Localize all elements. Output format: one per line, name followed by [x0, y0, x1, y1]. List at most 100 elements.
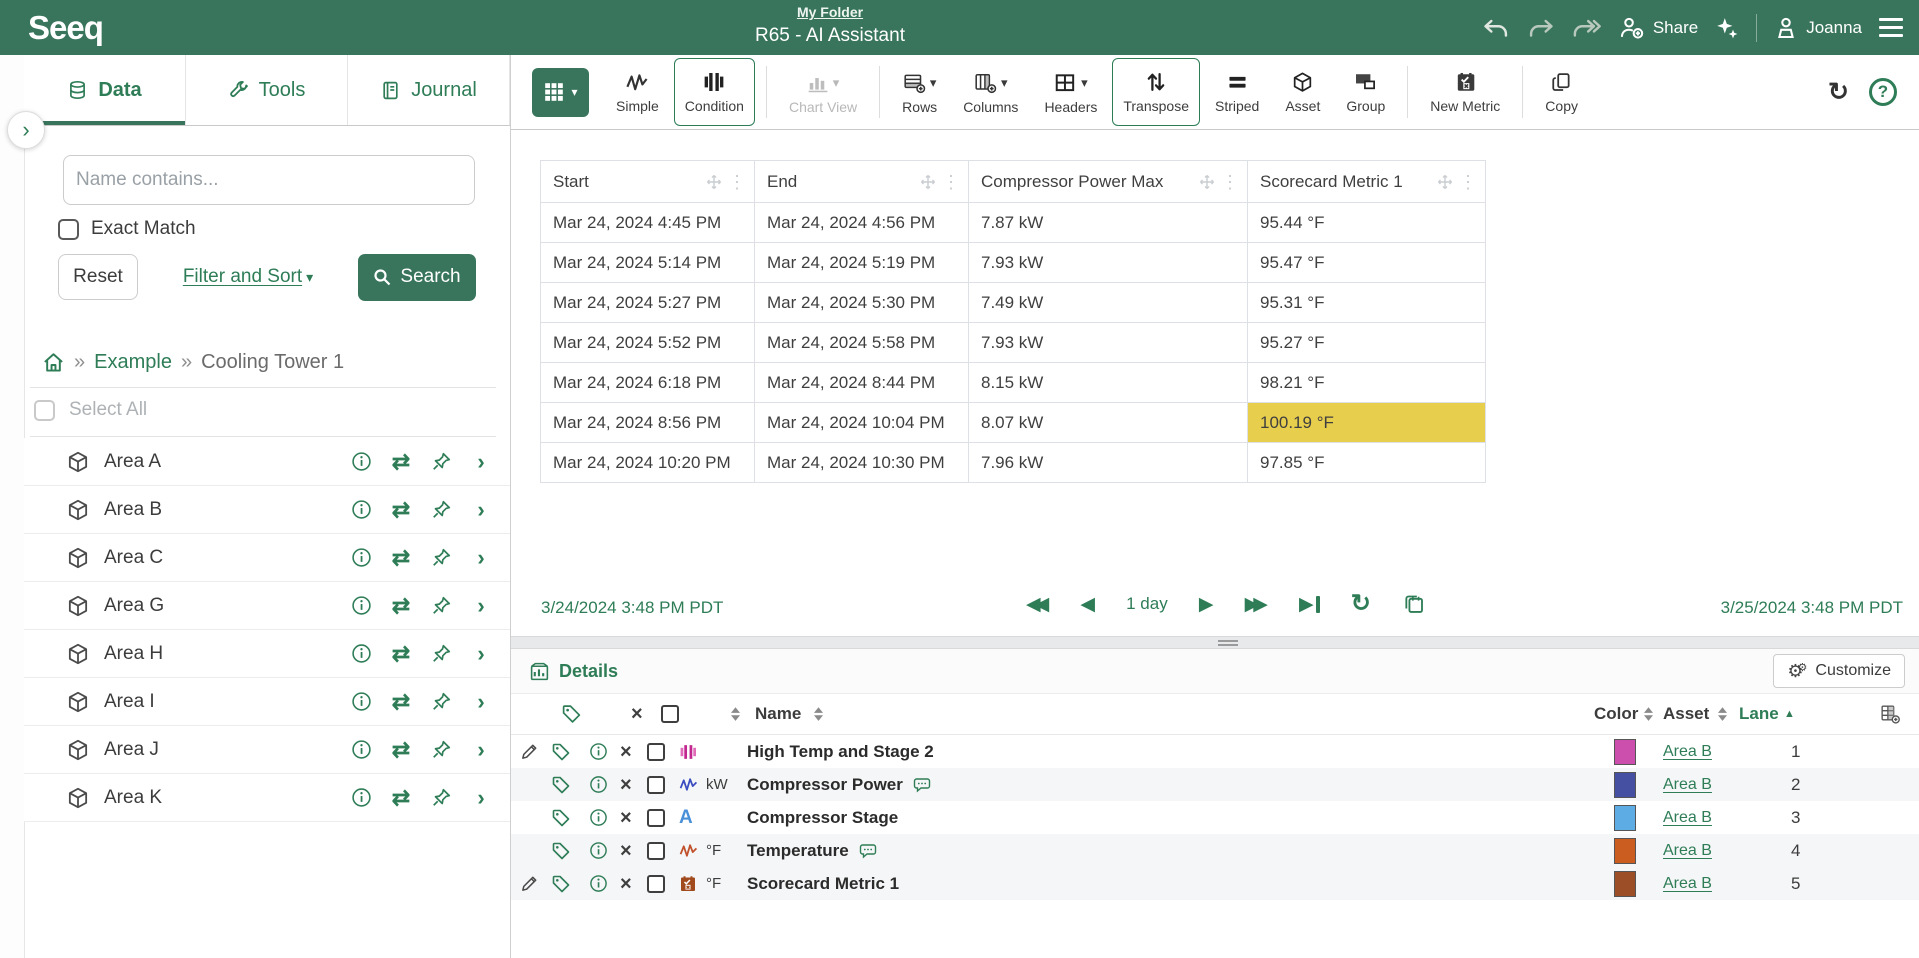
column-menu-icon[interactable]: ⋮ [728, 173, 746, 191]
swap-icon[interactable]: ⇄ [388, 739, 414, 761]
add-column-icon[interactable] [1879, 703, 1901, 725]
asset-row[interactable]: Area B ⇄ › [24, 486, 510, 534]
asset-row[interactable]: Area J ⇄ › [24, 726, 510, 774]
splitter-grip-icon[interactable] [1218, 640, 1238, 646]
color-swatch[interactable] [1614, 772, 1636, 798]
step-to-end-icon[interactable]: ▶ [1299, 595, 1320, 614]
table-header-power[interactable]: Compressor Power Max⋮ [969, 161, 1248, 203]
edit-pencil-icon[interactable] [511, 742, 551, 761]
hamburger-menu-icon[interactable] [1879, 18, 1903, 37]
tag-icon[interactable] [551, 841, 589, 861]
asset-name[interactable]: Area K [104, 787, 334, 809]
fast-forward-icon[interactable] [1572, 16, 1602, 40]
reset-button[interactable]: Reset [58, 254, 138, 300]
color-swatch[interactable] [1614, 805, 1636, 831]
toolbar-new-metric[interactable]: New Metric [1419, 58, 1511, 126]
info-icon[interactable] [348, 691, 374, 712]
tag-icon[interactable] [551, 742, 589, 762]
info-icon[interactable] [348, 451, 374, 472]
sort-icon[interactable] [731, 707, 740, 721]
chevron-right-icon[interactable]: › [468, 739, 494, 761]
column-menu-icon[interactable]: ⋮ [1221, 173, 1239, 191]
breadcrumb-example-link[interactable]: Example [94, 351, 172, 374]
customize-button[interactable]: ⚙⚙ Customize [1773, 654, 1905, 688]
tag-icon[interactable] [561, 704, 582, 725]
toolbar-transpose[interactable]: Transpose [1112, 58, 1200, 126]
duration-label[interactable]: 1 day [1126, 594, 1168, 614]
details-row[interactable]: × High Temp and Stage 2 Area B 1 [511, 735, 1919, 768]
column-menu-icon[interactable]: ⋮ [942, 173, 960, 191]
move-icon[interactable] [920, 174, 936, 190]
step-back-fast-icon[interactable]: ◀◀ [1026, 595, 1049, 614]
comment-bubble-icon[interactable] [912, 776, 932, 794]
ai-sparkle-icon[interactable] [1715, 16, 1739, 40]
pin-icon[interactable] [428, 595, 454, 616]
table-header-end[interactable]: End⋮ [755, 161, 969, 203]
select-all-checkbox[interactable] [34, 400, 55, 421]
asset-row[interactable]: Area H ⇄ › [24, 630, 510, 678]
toolbar-headers[interactable]: ▾ Headers [1033, 58, 1108, 126]
pin-icon[interactable] [428, 787, 454, 808]
share-button[interactable]: Share [1619, 16, 1698, 40]
sort-icon[interactable] [814, 707, 823, 721]
asset-row[interactable]: Area G ⇄ › [24, 582, 510, 630]
item-name[interactable]: Compressor Power [747, 775, 932, 795]
info-icon[interactable] [348, 739, 374, 760]
remove-icon[interactable]: × [620, 808, 647, 828]
search-input[interactable] [63, 155, 475, 205]
view-selector-dropdown[interactable]: ▾ [532, 68, 589, 117]
remove-icon[interactable]: × [620, 841, 647, 861]
asset-row[interactable]: Area A ⇄ › [24, 438, 510, 486]
info-icon[interactable] [348, 787, 374, 808]
asset-name[interactable]: Area B [104, 499, 334, 521]
pin-icon[interactable] [428, 691, 454, 712]
item-checkbox[interactable] [647, 809, 665, 827]
panel-splitter[interactable] [511, 636, 1919, 649]
info-icon[interactable] [348, 595, 374, 616]
chevron-right-icon[interactable]: › [468, 547, 494, 569]
sort-icon[interactable] [1644, 707, 1653, 721]
item-checkbox[interactable] [647, 743, 665, 761]
item-name[interactable]: High Temp and Stage 2 [747, 742, 934, 762]
chevron-right-icon[interactable]: › [468, 595, 494, 617]
column-menu-icon[interactable]: ⋮ [1459, 173, 1477, 191]
step-forward-fast-icon[interactable]: ▶▶ [1245, 595, 1268, 614]
toolbar-simple[interactable]: Simple [605, 58, 670, 126]
toolbar-condition[interactable]: Condition [674, 58, 755, 126]
range-start-label[interactable]: 3/24/2024 3:48 PM PDT [541, 598, 723, 618]
redo-icon[interactable] [1527, 16, 1555, 40]
chevron-right-icon[interactable]: › [468, 499, 494, 521]
toolbar-copy[interactable]: Copy [1534, 58, 1589, 126]
asset-name[interactable]: Area G [104, 595, 334, 617]
range-end-label[interactable]: 3/25/2024 3:48 PM PDT [1721, 598, 1903, 618]
info-icon[interactable] [589, 841, 620, 860]
tab-tools[interactable]: Tools [186, 55, 348, 125]
asset-name[interactable]: Area J [104, 739, 334, 761]
tag-icon[interactable] [551, 775, 589, 795]
details-row[interactable]: × kW Compressor Power Area B 2 [511, 768, 1919, 801]
item-name[interactable]: Scorecard Metric 1 [747, 874, 899, 894]
asset-link[interactable]: Area B [1663, 842, 1712, 860]
details-row[interactable]: × °F Temperature Area B 4 [511, 834, 1919, 867]
table-header-metric[interactable]: Scorecard Metric 1⋮ [1248, 161, 1486, 203]
item-checkbox[interactable] [647, 875, 665, 893]
select-all-items-checkbox[interactable] [661, 705, 679, 723]
home-icon[interactable] [42, 351, 65, 374]
filter-and-sort-link[interactable]: Filter and Sort▾ [138, 266, 358, 288]
pin-icon[interactable] [428, 451, 454, 472]
remove-icon[interactable]: × [620, 874, 647, 894]
tag-icon[interactable] [551, 874, 589, 894]
asset-link[interactable]: Area B [1663, 875, 1712, 893]
swap-icon[interactable]: ⇄ [388, 787, 414, 809]
move-icon[interactable] [706, 174, 722, 190]
auto-update-icon[interactable]: ↻ [1351, 592, 1371, 616]
asset-name[interactable]: Area H [104, 643, 334, 665]
refresh-icon[interactable]: ↻ [1828, 80, 1849, 105]
tag-icon[interactable] [551, 808, 589, 828]
my-folder-link[interactable]: My Folder [755, 4, 905, 22]
toolbar-columns[interactable]: ▾ Columns [952, 58, 1029, 126]
asset-link[interactable]: Area B [1663, 809, 1712, 827]
asset-row[interactable]: Area I ⇄ › [24, 678, 510, 726]
help-icon[interactable]: ? [1869, 78, 1897, 106]
undo-icon[interactable] [1482, 16, 1510, 40]
